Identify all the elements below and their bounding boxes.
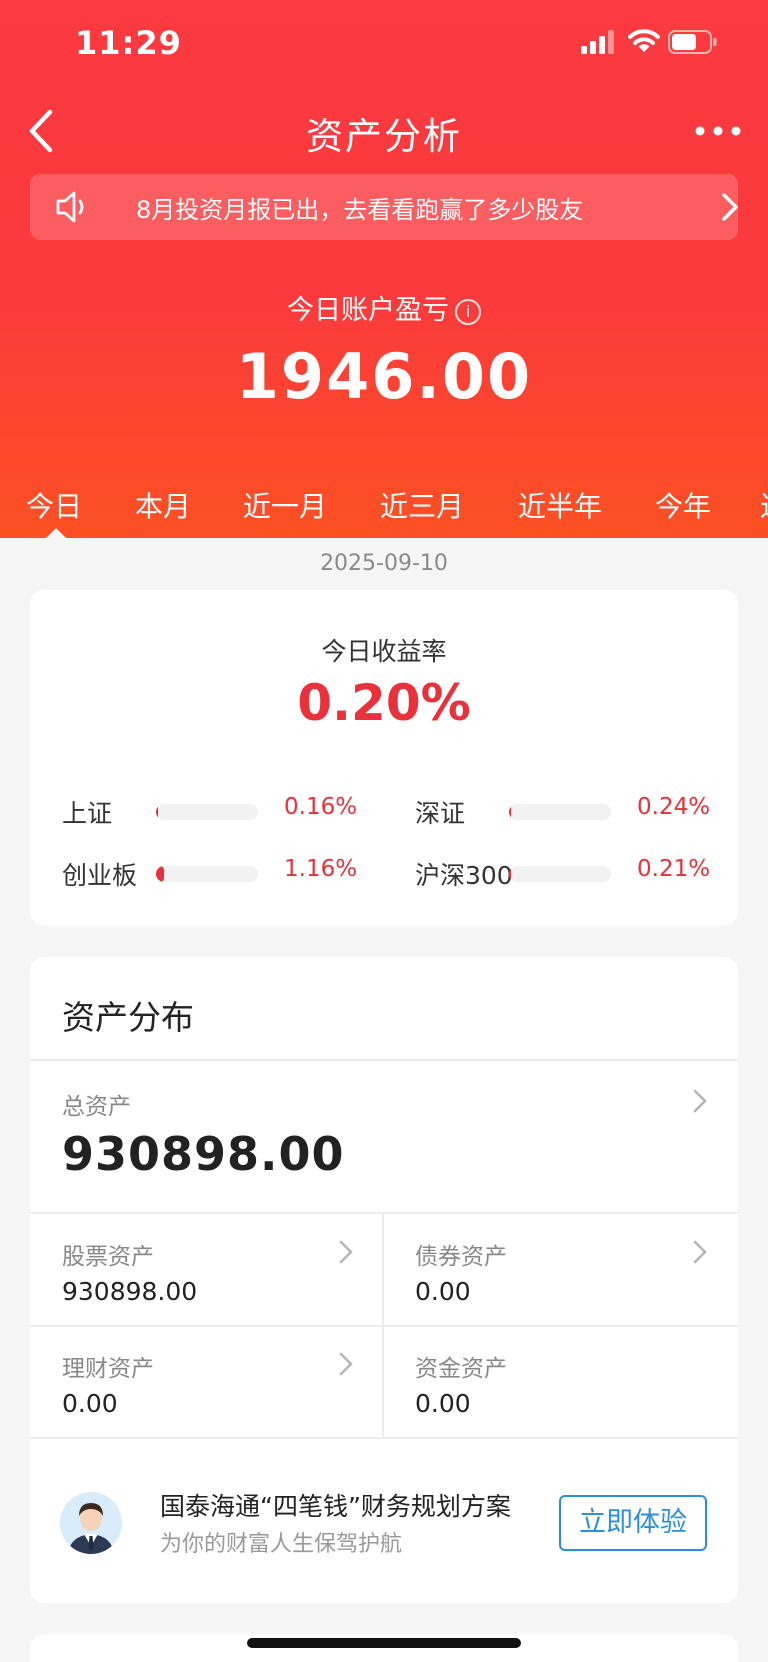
total-assets-label: 总资产 <box>62 1094 131 1120</box>
divider <box>30 1059 738 1061</box>
index-row: 上证 0.16% <box>62 794 362 830</box>
advisor-avatar <box>60 1492 122 1554</box>
cell-label: 资金资产 <box>415 1356 507 1382</box>
index-bar-fill <box>156 804 159 820</box>
return-rate-label: 今日收益率 <box>321 637 447 666</box>
tab-last-3-months[interactable]: 近三月 <box>380 485 464 525</box>
index-bar <box>156 866 258 882</box>
cell-value: 0.00 <box>415 1389 471 1418</box>
tab-indicator <box>45 528 67 539</box>
return-rate-value: 0.20% <box>297 674 471 732</box>
more-icon[interactable] <box>692 116 744 146</box>
advisor-avatar-icon <box>60 1492 122 1554</box>
index-bar-fill <box>509 866 512 882</box>
signal-icon <box>581 30 614 54</box>
total-assets-value: 930898.00 <box>62 1127 345 1181</box>
promo-title: 国泰海通“四笔钱”财务规划方案 <box>160 1492 511 1521</box>
index-pct: 0.24% <box>637 794 711 820</box>
tab-last-half-year[interactable]: 近半年 <box>518 485 602 525</box>
chevron-right-icon <box>339 1352 353 1376</box>
index-bar <box>509 804 611 820</box>
index-row: 创业板 1.16% <box>62 856 362 892</box>
index-name: 沪深300 <box>415 861 513 890</box>
nav-bar: 资产分析 <box>0 96 768 166</box>
divider <box>30 1437 738 1439</box>
index-pct: 0.21% <box>637 856 711 882</box>
period-tabs: 今日 本月 近一月 近三月 近半年 今年 近 <box>0 485 768 535</box>
date-label: 2025-09-10 <box>320 551 448 576</box>
cell-value: 0.00 <box>415 1277 471 1306</box>
cell-label: 理财资产 <box>62 1356 154 1382</box>
return-card: 今日收益率 0.20% 上证 0.16% 深证 0.24% 创业板 1.16% … <box>30 590 738 926</box>
index-name: 深证 <box>415 799 466 828</box>
tab-last-month[interactable]: 近一月 <box>243 485 327 525</box>
page-title: 资产分析 <box>306 115 462 158</box>
try-now-button[interactable]: 立即体验 <box>559 1495 707 1551</box>
index-bar-fill <box>509 804 512 820</box>
today-pl-value: 1946.00 <box>235 340 533 413</box>
chevron-right-icon <box>693 1089 707 1113</box>
tab-today[interactable]: 今日 <box>26 485 82 525</box>
tab-this-month[interactable]: 本月 <box>135 485 191 525</box>
index-row: 沪深300 0.21% <box>415 856 715 892</box>
tab-this-year[interactable]: 今年 <box>655 485 711 525</box>
status-bar: 11:29 <box>0 0 768 80</box>
chevron-right-icon <box>722 193 738 221</box>
today-pl-label: 今日账户盈亏 i <box>0 288 768 327</box>
index-name: 上证 <box>62 799 113 828</box>
divider <box>30 1325 738 1327</box>
index-name: 创业板 <box>62 861 138 890</box>
notice-text: 8月投资月报已出，去看看跑赢了多少股友 <box>136 196 584 224</box>
index-bar <box>156 804 258 820</box>
cell-value: 930898.00 <box>62 1277 198 1306</box>
index-row: 深证 0.24% <box>415 794 715 830</box>
wifi-icon <box>628 29 660 52</box>
chevron-right-icon <box>693 1240 707 1264</box>
info-icon[interactable]: i <box>455 299 481 325</box>
index-bar <box>509 866 611 882</box>
tab-more[interactable]: 近 <box>760 485 768 525</box>
promo-subtitle: 为你的财富人生保驾护航 <box>160 1532 403 1557</box>
divider <box>30 1212 738 1214</box>
cell-value: 0.00 <box>62 1389 118 1418</box>
status-time: 11:29 <box>75 24 182 62</box>
speaker-icon <box>56 191 84 223</box>
home-indicator[interactable] <box>247 1638 521 1648</box>
chevron-right-icon <box>339 1240 353 1264</box>
index-pct: 1.16% <box>284 856 358 882</box>
notice-banner[interactable]: 8月投资月报已出，去看看跑赢了多少股友 <box>30 174 738 240</box>
cell-label: 股票资产 <box>62 1244 154 1270</box>
index-pct: 0.16% <box>284 794 358 820</box>
section-title: 资产分布 <box>62 998 194 1037</box>
asset-distribution-card: 资产分布 总资产 930898.00 股票资产 930898.00 债券资产 0… <box>30 957 738 1603</box>
cell-label: 债券资产 <box>415 1244 507 1270</box>
battery-icon <box>668 30 717 54</box>
header-banner <box>0 0 768 538</box>
index-bar-fill <box>156 866 165 882</box>
today-pl-label-text: 今日账户盈亏 <box>287 295 449 326</box>
